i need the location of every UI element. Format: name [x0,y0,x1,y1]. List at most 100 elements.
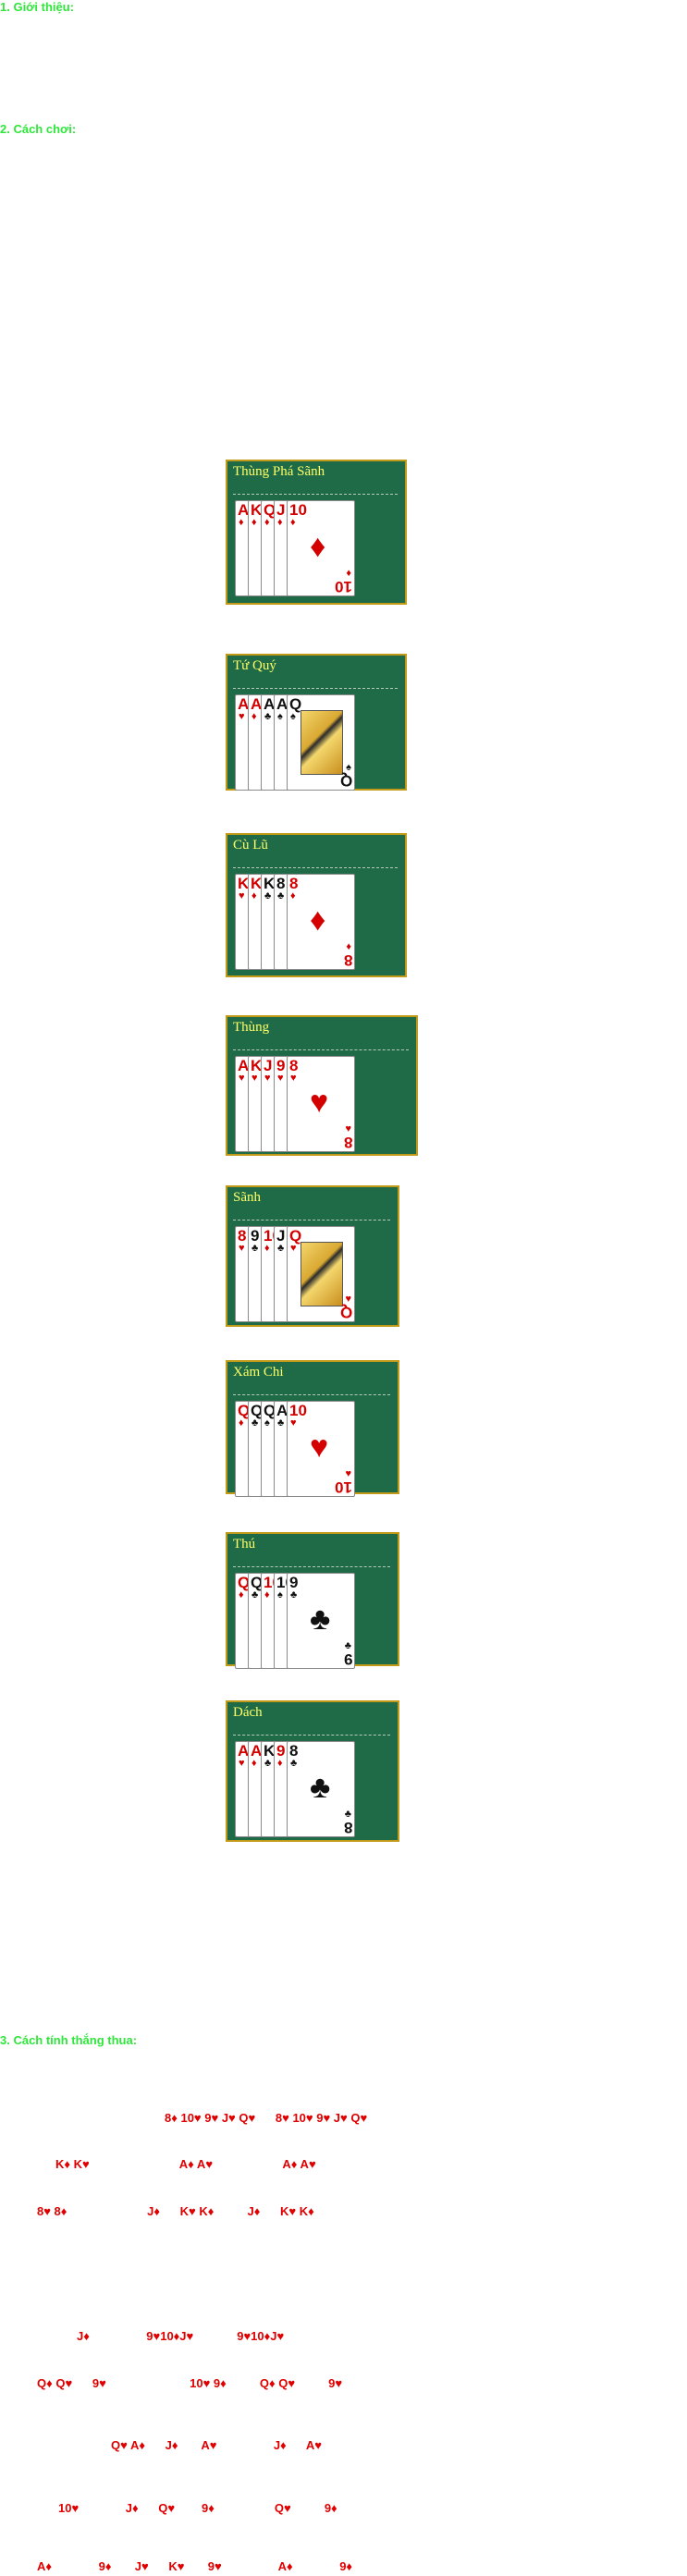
card-suit-icon: ♠ [264,1417,270,1429]
hand-title: Sãnh [233,1190,261,1205]
playing-card: 8 ♦ ♦ ♦ 8 [287,874,355,970]
card-rank: 8 [289,875,299,892]
card-rank: 8 [289,1742,299,1760]
card-rank: J [264,1057,273,1074]
card-suit-icon: ♠ [277,711,283,722]
playing-card: 10 ♥ ♥ ♥ 10 [287,1401,355,1497]
card-suit-icon: ♣ [251,1417,259,1429]
hand-title: Xám Chi [233,1365,284,1380]
card-rank: 9 [276,1742,286,1760]
hand-box-tu-quy: Tứ Quý A ♥ A ♦ A ♣ A ♠ Q ♠ ♠ Q [226,654,407,791]
card-suit-icon: ♥ [239,1073,245,1084]
card-rank-bottom: Q [339,1304,352,1321]
card-suit-icon: ♦ [251,890,257,902]
hand-title: Thùng [233,1020,270,1035]
card-suit-icon: ♥ [290,1417,297,1429]
card-suit-icon: ♣ [264,711,272,722]
playing-card: 8 ♣ ♣ ♣ 8 [287,1741,355,1837]
card-rank-bottom: 8 [343,951,352,969]
card-rank: J [276,501,286,519]
compare-row: Q♦ Q♥ 9♥ 10♥ 9♦ Q♦ Q♥ 9♥ [37,2376,343,2390]
compare-row: J♦ 9♥10♦J♥ 9♥10♦J♥ [77,2329,285,2343]
compare-row: A♦ 9♦ J♥ K♥ 9♥ A♦ 9♦ [37,2559,353,2573]
hand-box-dach: Dách A ♥ A ♦ K ♣ 9 ♦ 8 ♣ ♣ ♣ 8 [226,1700,399,1842]
card-suit-icon: ♦ [239,1417,244,1429]
playing-card: 10 ♦ ♦ ♦ 10 [287,500,355,596]
card-suit-icon: ♥ [251,1073,258,1084]
playing-card: Q ♥ ♥ Q [287,1226,355,1322]
section-heading-scoring: 3. Cách tính thắng thua: [0,2033,138,2047]
card-rank: 8 [238,1227,247,1245]
card-suit-icon: ♥ [264,1073,271,1084]
hand-box-thu: Thú Q ♦ Q ♣ 10 ♦ 10 ♠ 9 ♣ ♣ ♣ 9 [226,1532,399,1669]
hand-box-thung: Thùng A ♥ K ♥ J ♥ 9 ♥ 8 ♥ ♥ ♥ 8 [226,1015,418,1156]
card-suit-icon: ♣ [264,890,272,902]
card-suit-icon: ♣ [264,1758,272,1769]
card-rank-bottom: 8 [343,1134,352,1151]
card-suit-icon: ♦ [264,517,270,528]
face-card-art-icon [301,1242,343,1306]
hand-divider [233,688,398,689]
hand-title: Thú [233,1537,256,1552]
card-suit-icon: ♦ [277,517,283,528]
card-suit-large-icon: ♣ [310,1601,331,1637]
card-suit-icon: ♦ [251,1758,257,1769]
card-rank: 8 [289,1057,299,1074]
card-rank: 10 [289,501,307,519]
card-suit-icon: ♦ [264,1243,270,1254]
hand-box-sanh: Sãnh 8 ♥ 9 ♣ 10 ♦ J ♣ Q ♥ ♥ Q [226,1185,399,1327]
card-suit-icon: ♥ [290,1073,297,1084]
card-suit-large-icon: ♥ [310,1085,329,1120]
card-suit-icon: ♦ [239,517,244,528]
card-rank-bottom: 8 [343,1819,352,1836]
face-card-art-icon [301,710,343,775]
card-suit-icon: ♦ [264,1589,270,1601]
playing-card: 9 ♣ ♣ ♣ 9 [287,1573,355,1669]
section-heading-howto: 2. Cách chơi: [0,122,77,136]
card-suit-large-icon: ♦ [310,529,326,564]
card-rank-bottom: Q [339,772,352,790]
card-suit-icon: ♣ [277,1243,285,1254]
hand-divider [233,1220,390,1221]
card-suit-icon: ♥ [290,1243,297,1254]
hand-box-thung-pha-sanh: Thùng Phá Sãnh A ♦ K ♦ Q ♦ J ♦ 10 ♦ ♦ ♦ 10 [226,460,407,605]
hand-box-xam-chi: Xám Chi Q ♦ Q ♣ Q ♠ A ♣ 10 ♥ ♥ ♥ 10 [226,1360,399,1497]
compare-row: 8♥ 8♦ J♦ K♥ K♦ J♦ K♥ K♦ [37,2204,314,2218]
card-suit-icon: ♥ [239,1758,245,1769]
card-suit-icon: ♣ [290,1758,298,1769]
card-suit-icon: ♠ [290,711,296,722]
card-suit-icon: ♥ [239,711,245,722]
hand-title: Thùng Phá Sãnh [233,464,325,479]
card-rank-bottom: 10 [335,1478,352,1496]
section-heading-intro: 1. Giới thiệu: [0,0,75,14]
card-rank-bottom: 9 [343,1650,352,1668]
card-rank: 9 [276,1057,286,1074]
card-suit-icon: ♣ [277,1417,285,1429]
card-suit-large-icon: ♣ [310,1770,331,1805]
hand-divider [233,494,398,495]
hand-divider [233,1394,390,1395]
card-suit-icon: ♣ [251,1243,259,1254]
card-suit-icon: ♦ [277,1758,283,1769]
card-suit-icon: ♦ [290,890,296,902]
card-rank: 9 [289,1574,299,1591]
card-suit-icon: ♣ [277,890,285,902]
compare-row: K♦ K♥ A♦ A♥ A♦ A♥ [55,2157,316,2171]
card-suit-icon: ♦ [251,711,257,722]
card-suit-icon: ♣ [290,1589,298,1601]
compare-row: 10♥ J♦ Q♥ 9♦ Q♥ 9♦ [58,2501,337,2515]
playing-card: Q ♠ ♠ Q [287,694,355,791]
card-rank: 9 [251,1227,260,1245]
hand-divider [233,1566,390,1567]
hand-title: Dách [233,1705,263,1720]
compare-row: Q♥ A♦ J♦ A♥ J♦ A♥ [111,2438,322,2452]
card-suit-icon: ♦ [290,517,296,528]
card-suit-icon: ♠ [277,1589,283,1601]
hand-divider [233,1735,390,1736]
card-suit-icon: ♦ [239,1589,244,1601]
card-suit-large-icon: ♦ [310,902,326,938]
card-rank: 10 [289,1402,307,1419]
hand-title: Tứ Quý [233,658,276,673]
hand-divider [233,1049,409,1050]
hand-divider [233,867,398,868]
